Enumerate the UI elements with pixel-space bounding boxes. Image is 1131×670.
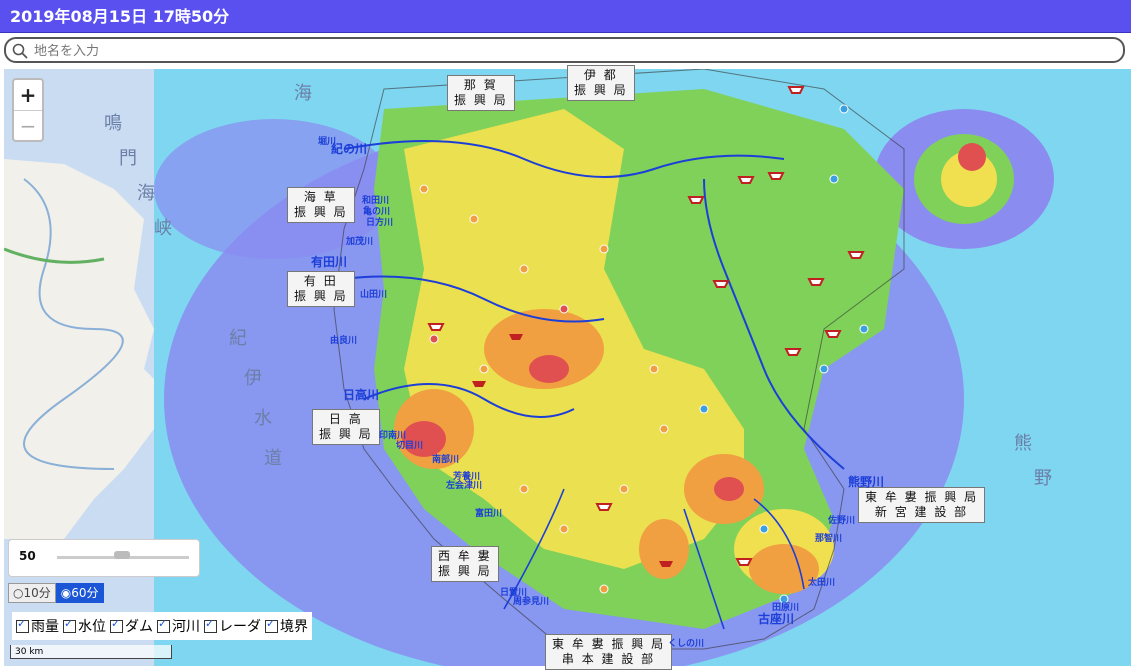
zoom-control: + − (12, 78, 44, 142)
search-row (0, 33, 1131, 69)
office-label-ito[interactable]: 伊 都振 興 局 (567, 65, 635, 101)
opacity-slider-panel: 50 (8, 539, 200, 577)
river-label: 紀の川 (331, 142, 368, 156)
layer-checkbox-dam[interactable]: ダム (110, 614, 153, 638)
checkbox-icon[interactable] (110, 617, 123, 633)
layer-checkbox-river[interactable]: 河川 (157, 614, 200, 638)
svg-text:道: 道 (264, 448, 282, 469)
office-label-kaiso[interactable]: 海 草振 興 局 (287, 187, 355, 223)
river-label: 由良川 (330, 336, 358, 346)
river-label: 堀川 (318, 137, 337, 147)
layer-checkbox-water-level[interactable]: 水位 (63, 614, 106, 638)
river-label: 熊野川 (848, 475, 885, 489)
checkbox-icon[interactable] (204, 617, 217, 633)
office-label-higashimuro-shingu[interactable]: 東 牟 婁 振 興 局新 宮 建 設 部 (858, 487, 986, 523)
river-label: 太田川 (808, 578, 836, 588)
office-label-naga[interactable]: 那 賀振 興 局 (447, 75, 515, 111)
river-label: 有田川 (311, 255, 348, 269)
interval-10min-radio[interactable]: ○10分 (8, 583, 56, 603)
river-label: 田原川 (772, 603, 800, 613)
river-label: 山田川 (360, 290, 388, 300)
search-box[interactable] (4, 37, 1125, 63)
river-label: 周参見川 (513, 597, 550, 607)
svg-text:伊: 伊 (244, 368, 262, 389)
map-text-naruto-1: 鳴 (104, 113, 122, 134)
interval-60min-radio[interactable]: ◉60分 (55, 583, 104, 603)
river-label: 切目川 (396, 441, 424, 451)
layer-checkbox-boundary[interactable]: 境界 (265, 614, 308, 638)
checkbox-icon[interactable] (16, 617, 29, 633)
search-input[interactable] (32, 41, 1116, 61)
slider-knob[interactable] (114, 551, 130, 559)
layer-checkbox-radar[interactable]: レーダ (204, 614, 261, 638)
search-icon (12, 43, 28, 59)
office-label-higashimuro-kushimoto[interactable]: 東 牟 婁 振 興 局串 本 建 設 部 (545, 634, 673, 670)
interval-toggle: ○10分 ◉60分 (8, 583, 104, 603)
river-label: くしの川 (668, 639, 705, 649)
svg-text:熊: 熊 (1014, 433, 1032, 454)
svg-text:峡: 峡 (154, 218, 172, 239)
svg-text:紀: 紀 (229, 328, 247, 349)
office-label-hidaka[interactable]: 日 高振 興 局 (312, 409, 380, 445)
river-label: 日方川 (366, 218, 394, 228)
office-label-arida[interactable]: 有 田振 興 局 (287, 271, 355, 307)
svg-text:野: 野 (1034, 468, 1052, 489)
river-label: 日高川 (343, 388, 380, 402)
river-label: 佐野川 (828, 516, 856, 526)
slider-value: 50 (19, 549, 36, 563)
scale-bar: 30 km (10, 645, 172, 659)
river-label: 加茂川 (346, 237, 374, 247)
svg-text:海: 海 (294, 83, 312, 104)
layer-checkbox-rainfall[interactable]: 雨量 (16, 614, 59, 638)
svg-text:門: 門 (119, 148, 137, 169)
svg-text:海: 海 (137, 183, 155, 204)
checkbox-icon[interactable] (157, 617, 170, 633)
river-label: 富田川 (475, 509, 503, 519)
river-label: 南部川 (432, 455, 460, 465)
river-label: 左会津川 (446, 481, 483, 491)
river-label: 那智川 (815, 534, 843, 544)
datetime-title: 2019年08月15日 17時50分 (0, 0, 1131, 33)
layer-checkboxes: 雨量 水位 ダム 河川 レーダ 境界 (12, 612, 312, 640)
zoom-out-button[interactable]: − (14, 110, 42, 141)
checkbox-icon[interactable] (63, 617, 76, 633)
svg-text:水: 水 (254, 408, 272, 429)
office-label-nishimuro[interactable]: 西 牟 婁振 興 局 (431, 546, 499, 582)
checkbox-icon[interactable] (265, 617, 278, 633)
zoom-in-button[interactable]: + (14, 80, 42, 110)
